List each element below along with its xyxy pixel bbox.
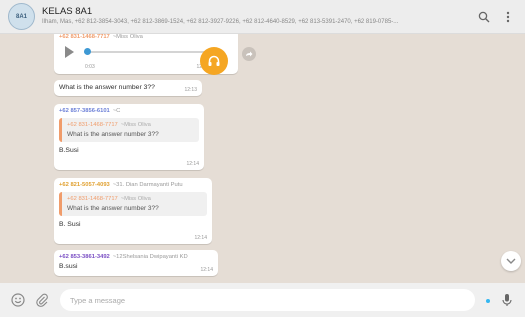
message-text: What is the answer number 3??: [59, 84, 155, 91]
message-composer: [0, 283, 525, 317]
sender-number: +62 853-3861-3492: [59, 254, 110, 260]
sender-number: +62 857-3856-6101: [59, 108, 110, 114]
message-time: 12:14: [200, 267, 213, 273]
message-text: B. Susi: [59, 221, 81, 228]
sender-alias: ~C: [112, 108, 121, 114]
quote-alias: ~Miss Oliva: [120, 196, 151, 202]
menu-icon[interactable]: [499, 8, 517, 26]
search-icon[interactable]: [475, 8, 493, 26]
message-sender: +62 821-5057-4093 ~31. Dian Darmayanti Pu…: [59, 181, 207, 190]
message-sender: +62 857-3856-6101 ~C: [59, 107, 199, 116]
message-sender: +62 831-1468-7717 ~Miss Oliva: [59, 34, 233, 42]
audio-progress-knob[interactable]: [84, 48, 91, 55]
audio-progress[interactable]: [84, 48, 206, 55]
message-time: 12:13: [184, 87, 197, 93]
message-time: 12:14: [194, 235, 207, 241]
quoted-message[interactable]: +62 831-1468-7717 ~Miss Oliva What is the…: [59, 192, 207, 216]
quote-sender: +62 831-1468-7717: [67, 196, 118, 202]
chat-participants: Ilham, Mas, +62 812-3854-3043, +62 812-3…: [42, 19, 399, 25]
sender-number: +62 831-1468-7717: [59, 34, 110, 40]
chat-title: KELAS 8A1: [42, 6, 93, 17]
avatar-text: 8A1: [15, 13, 27, 20]
headphones-icon: [200, 47, 228, 75]
quote-text: What is the answer number 3??: [67, 205, 159, 212]
reply-message: +62 821-5057-4093 ~31. Dian Darmayanti Pu…: [54, 178, 212, 244]
message-text: B.susi: [59, 263, 78, 270]
chat-area[interactable]: +62 831-1468-7717~Miss Oliva 0:03 12:13 …: [0, 34, 525, 283]
group-avatar-icon[interactable]: 8A1: [8, 3, 35, 30]
sender-number: +62 821-5057-4093: [59, 182, 110, 188]
chat-header[interactable]: 8A1 KELAS 8A1 Ilham, Mas, +62 812-3854-3…: [0, 0, 525, 34]
forward-icon[interactable]: [242, 47, 256, 61]
quoted-message[interactable]: +62 831-1468-7717 ~Miss Oliva What is the…: [59, 118, 199, 142]
mic-icon[interactable]: [499, 292, 515, 308]
quote-text: What is the answer number 3??: [67, 131, 159, 138]
sender-alias: ~31. Dian Darmayanti Putu: [112, 182, 183, 188]
emoji-icon[interactable]: [10, 292, 26, 308]
sender-alias: ~12Shelsania Dwipayanti KD: [112, 254, 188, 260]
attach-icon[interactable]: [34, 292, 50, 308]
message-time: 12:14: [186, 161, 199, 167]
reply-message: +62 857-3856-6101 ~C +62 831-1468-7717 ~Mi…: [54, 104, 204, 170]
audio-elapsed: 0:03: [85, 64, 95, 70]
scroll-down-icon[interactable]: [501, 251, 521, 271]
play-icon[interactable]: [65, 46, 74, 58]
message-input[interactable]: [60, 289, 475, 311]
sender-alias: ~Miss Oliva: [112, 34, 143, 40]
message-bubble: +62 853-3861-3492 ~12Shelsania Dwipayanti…: [54, 250, 218, 276]
message-text: B.Susi: [59, 147, 79, 154]
message-bubble: What is the answer number 3?? 12:13: [54, 80, 202, 96]
chat-info[interactable]: KELAS 8A1 Ilham, Mas, +62 812-3854-3043,…: [42, 6, 469, 27]
message-sender: +62 853-3861-3492 ~12Shelsania Dwipayanti…: [59, 253, 213, 262]
quote-alias: ~Miss Oliva: [120, 122, 151, 128]
status-dot: [486, 299, 490, 303]
quote-sender: +62 831-1468-7717: [67, 122, 118, 128]
